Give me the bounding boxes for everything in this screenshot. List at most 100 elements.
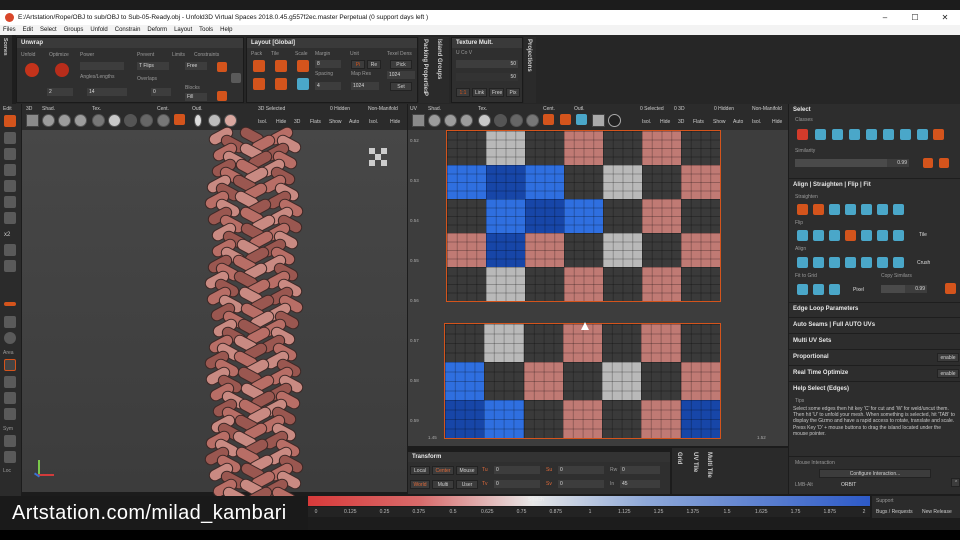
globe-icon[interactable] [4,332,16,344]
new-release-link[interactable]: New Release [922,509,952,515]
multi-tile-tab[interactable]: Multi Tile [706,452,712,478]
straighten-2-icon[interactable] [813,204,824,215]
texture-free-button[interactable]: Free [489,88,504,97]
align-distribute-icon[interactable] [893,257,904,268]
shield-icon[interactable] [4,260,16,272]
value-0-field[interactable]: 0 [151,88,171,96]
fill-field[interactable]: Fill [185,93,207,101]
vp3d-flat-sphere-icon[interactable] [108,114,121,127]
straighten-3-icon[interactable] [829,204,840,215]
transform-mouse-button[interactable]: Mouse [456,466,478,475]
vp3d-isol2-button[interactable]: Isol. [369,119,378,125]
vpuv-isol2-button[interactable]: Isol. [752,119,761,125]
vp3d-hide-button[interactable]: Hide [276,119,286,125]
vpuv-tex-sphere-icon[interactable] [526,114,539,127]
transform-center-button[interactable]: Center [432,466,454,475]
select-tool-icon[interactable] [4,115,16,127]
pack-icon[interactable] [253,60,265,72]
fit-grid-1-icon[interactable] [797,284,808,295]
vpuv-texture-sphere-icon[interactable] [608,114,621,127]
unpin-icon[interactable] [217,91,227,101]
align-left-icon[interactable] [797,257,808,268]
vpuv-pivot-icon[interactable] [560,114,571,125]
vp3d-center-sphere-icon[interactable] [157,114,170,127]
edge-icon[interactable] [4,164,16,176]
menu-unfold[interactable]: Unfold [90,27,107,33]
packing-properties-tab[interactable]: Packing Properties [422,39,428,93]
pin-icon[interactable] [217,62,227,72]
straighten-7-icon[interactable] [893,204,904,215]
paint-icon[interactable] [4,392,16,404]
edge-loop-section[interactable]: Edge Loop Parameters [793,306,858,312]
menu-tools[interactable]: Tools [199,27,213,33]
vpuv-grid-icon[interactable] [592,114,605,127]
su-field[interactable]: 0 [558,466,604,474]
align-middle-icon[interactable] [861,257,872,268]
vp3d-auto-button[interactable]: Auto [349,119,359,125]
select-class-5-icon[interactable] [883,129,894,140]
symmetry-axis-icon[interactable] [4,451,16,463]
vpuv-3d-button[interactable]: 3D [678,119,684,125]
flip-6-icon[interactable] [877,230,888,241]
tile-icon[interactable] [275,60,287,72]
deselect-icon[interactable] [797,129,808,140]
vp3d-grid-sphere-icon[interactable] [74,114,87,127]
area-select-icon[interactable] [4,359,16,371]
texture-v-field[interactable]: 50 [456,73,518,81]
straighten-1-icon[interactable] [797,204,808,215]
copy-similars-slider[interactable] [881,285,905,293]
transform-multi-button[interactable]: Multi [432,480,454,489]
straighten-6-icon[interactable] [877,204,888,215]
vpuv-auto-button[interactable]: Auto [733,119,743,125]
texel-pick-button[interactable]: Pick [390,60,412,69]
help-select-section[interactable]: Help Select (Edges) [793,386,849,392]
in-field[interactable]: 45 [620,480,660,488]
maximize-button[interactable]: ☐ [900,10,930,25]
uv-tile-tab[interactable]: UV Tile [692,452,698,472]
align-top-icon[interactable] [845,257,856,268]
transform-local-button[interactable]: Local [410,466,430,475]
uv-island-top[interactable] [446,130,721,302]
spacing-field[interactable]: 4 [315,82,341,90]
vpuv-flats-button[interactable]: Flats [693,119,704,125]
copy-similars-value[interactable]: 0.99 [905,285,927,293]
align-bottom-icon[interactable] [877,257,888,268]
auto-seams-section[interactable]: Auto Seams | Full AUTO UVs [793,322,875,328]
transform-user-button[interactable]: User [456,480,478,489]
optimize-icon[interactable] [55,63,69,77]
vp3d-axis-icon[interactable] [174,114,185,125]
flip-4-icon[interactable] [845,230,856,241]
vp3d-3d-button[interactable]: 3D [294,119,300,125]
vp3d-tex-sphere-icon[interactable] [92,114,105,127]
menu-files[interactable]: Files [3,27,16,33]
viewport-uv[interactable]: 0.520.530.540.550.560.570.580.59 1.451.4… [408,130,788,446]
fit-grid-3-icon[interactable] [829,284,840,295]
vp3d-outline-sphere-icon[interactable] [208,114,221,127]
flip-2-icon[interactable] [813,230,824,241]
packing-p-tab[interactable]: P [422,92,428,96]
texture-u-field[interactable]: 50 [456,60,518,68]
vp3d-color-sphere-icon[interactable] [224,114,237,127]
menu-deform[interactable]: Deform [147,27,167,33]
map-res-field[interactable]: 1024 [351,82,379,90]
brush-line-icon[interactable] [4,302,16,306]
minimize-button[interactable]: – [870,10,900,25]
vpuv-show-button[interactable]: Show [713,119,726,125]
vpuv-flat-sphere-icon[interactable] [478,114,491,127]
viewport-3d[interactable] [22,124,407,508]
configure-interaction-button[interactable]: Configure Interaction... [819,469,931,478]
select-class-3-icon[interactable] [849,129,860,140]
straighten-5-icon[interactable] [861,204,872,215]
vp3d-wire-sphere-icon[interactable] [58,114,71,127]
menu-help[interactable]: Help [220,27,232,33]
close-button[interactable]: ✕ [930,10,960,25]
select-class-6-icon[interactable] [900,129,911,140]
vpuv-hide-button[interactable]: Hide [660,119,670,125]
vpuv-wire-sphere-icon[interactable] [444,114,457,127]
select-class-7-icon[interactable] [917,129,928,140]
unit-pi-button[interactable]: Pi [351,60,365,69]
unit-re-button[interactable]: Re [367,60,381,69]
grid-tab[interactable]: Grid [676,452,682,464]
flips-field[interactable]: T Flips [137,62,169,70]
scale-2-icon[interactable] [297,78,309,90]
